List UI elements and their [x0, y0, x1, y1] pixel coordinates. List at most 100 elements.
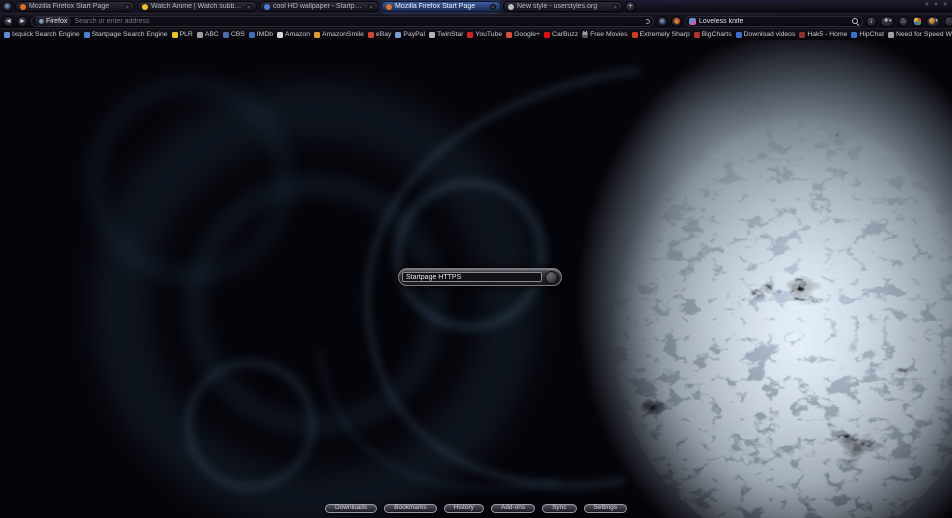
bookmark-label: Need for Speed World: [895, 31, 952, 38]
ixquick-icon: [4, 31, 10, 38]
home-page-button-label: Settings: [593, 504, 618, 512]
extension-button-globe[interactable]: [657, 15, 668, 27]
reload-icon[interactable]: [645, 18, 650, 24]
extension-button-orange[interactable]: ▾: [926, 15, 941, 27]
bookmark-item[interactable]: Extremely Sharp: [631, 31, 690, 38]
window-controls: [925, 2, 950, 6]
googleplus-icon: [506, 31, 513, 38]
ebay-icon: [367, 31, 374, 38]
hipchat-icon: [851, 31, 858, 38]
startpage-search-widget: [398, 268, 562, 286]
bookmark-item[interactable]: CarBuzz: [544, 31, 578, 38]
bookmark-item[interactable]: CBS: [222, 31, 245, 38]
startpage-search-button[interactable]: [545, 270, 558, 284]
tab-title: Watch Anime | Watch subbed/dub...: [151, 3, 243, 10]
extension-button-grid[interactable]: [912, 15, 923, 27]
bookmark-item[interactable]: Startpage Search Engine: [83, 31, 168, 38]
bookmark-item[interactable]: PayPal: [395, 31, 425, 38]
bookmark-item[interactable]: Need for Speed World: [887, 31, 952, 38]
tab-close-button[interactable]: [124, 3, 130, 10]
bookmark-label: Amazon: [285, 31, 310, 38]
startpage-icon: [264, 3, 270, 10]
bookmark-item[interactable]: ABC: [196, 31, 219, 38]
site-identity-button[interactable]: Firefox: [35, 16, 72, 26]
download-videos-icon: [735, 31, 742, 38]
globe-icon: [39, 18, 44, 24]
chevron-down-icon: ▾: [935, 17, 938, 24]
extension-button-flame[interactable]: [671, 15, 682, 27]
paypal-icon: [395, 31, 402, 38]
tab-close-button[interactable]: [612, 3, 618, 10]
tab-close-button[interactable]: [368, 3, 374, 10]
site-identity-label: Firefox: [46, 17, 68, 25]
bookmark-item[interactable]: eBay: [367, 31, 391, 38]
home-page-button[interactable]: Add-ons: [490, 504, 536, 513]
extension-button-edge[interactable]: [944, 15, 952, 27]
amazonsmile-icon: [313, 31, 320, 38]
bookmark-item[interactable]: HipChat: [851, 31, 884, 38]
home-page-button[interactable]: Sync: [542, 504, 577, 513]
minimize-button[interactable]: [925, 2, 929, 6]
bookmark-item[interactable]: BigCharts: [693, 31, 732, 38]
bookmark-item[interactable]: Ixquick Search Engine: [4, 31, 80, 38]
tab-groups-button[interactable]: [2, 1, 13, 12]
bookmark-item[interactable]: Google+: [506, 31, 540, 38]
search-icon[interactable]: [852, 17, 859, 25]
bookmarks-toolbar: Ixquick Search Engine Startpage Search E…: [0, 28, 952, 40]
home-page-button-label: Add-ons: [500, 504, 526, 512]
address-input[interactable]: [74, 17, 642, 25]
search-bar[interactable]: [685, 15, 863, 27]
bookmark-label: Free Movies: [590, 31, 628, 38]
startpage-search-input[interactable]: [402, 272, 542, 282]
watch-anime-site-icon: [142, 3, 148, 10]
tab[interactable]: Mozilla Firefox Start Page: [15, 1, 135, 12]
bookmark-item[interactable]: PLR: [171, 31, 193, 38]
home-page-button[interactable]: Bookmarks: [384, 504, 437, 513]
youtube-icon: [467, 31, 474, 38]
bookmark-label: YouTube: [475, 31, 503, 38]
tab[interactable]: New style - userstyles.org: [503, 1, 623, 12]
close-button[interactable]: [943, 2, 947, 6]
tab[interactable]: Watch Anime | Watch subbed/dub...: [137, 1, 257, 12]
free-movies-icon: M: [582, 31, 589, 38]
bookmarks-menu-button[interactable]: ★ ▾: [880, 15, 895, 27]
bookmark-item[interactable]: Amazon: [277, 31, 310, 38]
new-tab-button[interactable]: +: [625, 1, 636, 12]
forward-button[interactable]: ►: [17, 15, 28, 27]
tab-close-button[interactable]: [490, 3, 496, 10]
bookmark-label: TwinStar: [436, 31, 464, 38]
bookmark-label: Download videos: [743, 31, 796, 38]
bookmark-item[interactable]: IMDb: [248, 31, 273, 38]
tab[interactable]: Mozilla Firefox Start Page: [381, 1, 501, 12]
flame-icon: [673, 18, 680, 24]
bookmark-label: Google+: [514, 31, 541, 38]
home-page-button[interactable]: Downloads: [324, 504, 378, 513]
bookmark-item[interactable]: Download videos: [735, 31, 796, 38]
maximize-button[interactable]: [934, 2, 938, 6]
downloads-button[interactable]: ↓: [866, 15, 877, 27]
search-input[interactable]: [699, 17, 849, 25]
tab-title: New style - userstyles.org: [517, 3, 598, 10]
tab-title: cool HD wallpaper - Startpage Pictu...: [273, 3, 365, 10]
url-bar[interactable]: Firefox: [31, 15, 654, 27]
tab-title: Mozilla Firefox Start Page: [29, 3, 110, 10]
home-page-button[interactable]: History: [443, 504, 484, 513]
carbuzz-icon: [544, 31, 551, 38]
firefox-window: Mozilla Firefox Start Page Watch Anime |…: [0, 0, 952, 518]
navigation-toolbar: ◄ ► Firefox ↓ ★ ▾ ⌂: [0, 13, 952, 28]
bookmark-label: CarBuzz: [552, 31, 579, 38]
bookmark-label: ABC: [204, 31, 219, 38]
home-button[interactable]: ⌂: [898, 15, 909, 27]
bookmark-item[interactable]: YouTube: [467, 31, 502, 38]
bookmark-item[interactable]: TwinStar: [428, 31, 464, 38]
bookmark-item[interactable]: M Free Movies: [582, 31, 628, 38]
globe-extension-icon: [660, 18, 665, 24]
back-button[interactable]: ◄: [3, 15, 14, 27]
bookmark-item[interactable]: AmazonSmile: [313, 31, 364, 38]
tab[interactable]: cool HD wallpaper - Startpage Pictu...: [259, 1, 379, 12]
tab-close-button[interactable]: [246, 3, 252, 10]
chevron-down-icon: ▾: [888, 17, 892, 24]
bookmark-item[interactable]: Hak5 - Home: [799, 31, 847, 38]
home-page-button[interactable]: Settings: [583, 504, 628, 513]
bookmark-label: CBS: [230, 31, 245, 38]
